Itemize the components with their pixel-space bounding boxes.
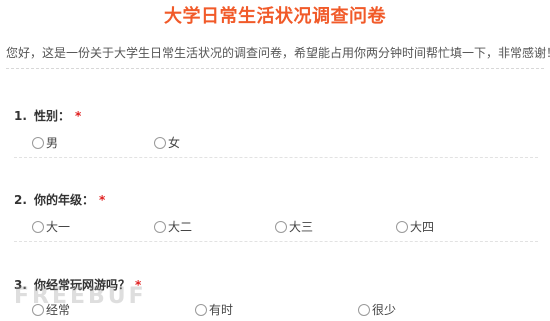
- option-sophomore[interactable]: 大二: [154, 218, 192, 235]
- option-label: 经常: [46, 303, 71, 317]
- radio-icon[interactable]: [275, 220, 287, 233]
- question-divider: [14, 241, 538, 242]
- option-male[interactable]: 男: [32, 134, 58, 151]
- question-gender: 1. 性别： * 男 女: [14, 107, 180, 154]
- question-number: 3.: [14, 278, 27, 292]
- option-label: 大三: [289, 220, 314, 234]
- option-group: 男 女: [14, 134, 180, 154]
- radio-icon[interactable]: [32, 136, 44, 149]
- question-title: 2. 你的年级： *: [14, 191, 105, 208]
- radio-icon[interactable]: [358, 303, 370, 316]
- option-label: 有时: [209, 303, 234, 317]
- required-mark: *: [135, 278, 142, 292]
- radio-icon[interactable]: [32, 303, 44, 316]
- option-label: 大四: [410, 220, 435, 234]
- option-label: 男: [46, 136, 59, 150]
- question-online-games: 3. 你经常玩网游吗？ * 经常 有时 很少: [14, 276, 396, 321]
- option-label: 大二: [168, 220, 193, 234]
- option-label: 很少: [372, 303, 397, 317]
- question-grade: 2. 你的年级： * 大一 大二 大三 大四: [14, 191, 434, 238]
- question-divider: [14, 157, 538, 158]
- required-mark: *: [99, 193, 106, 207]
- required-mark: *: [75, 109, 82, 123]
- option-group: 经常 有时 很少: [14, 301, 396, 321]
- survey-title: 大学日常生活状况调查问卷: [164, 6, 386, 27]
- radio-icon[interactable]: [32, 220, 44, 233]
- option-senior[interactable]: 大四: [396, 218, 434, 235]
- radio-icon[interactable]: [154, 136, 166, 149]
- option-sometimes[interactable]: 有时: [195, 301, 233, 318]
- option-label: 大一: [46, 220, 71, 234]
- question-number: 2.: [14, 193, 27, 207]
- radio-icon[interactable]: [154, 220, 166, 233]
- question-title: 1. 性别： *: [14, 107, 81, 124]
- option-female[interactable]: 女: [154, 134, 180, 151]
- option-group: 大一 大二 大三 大四: [14, 218, 434, 238]
- question-label: 你的年级：: [34, 193, 95, 207]
- question-label: 性别：: [34, 109, 71, 123]
- option-often[interactable]: 经常: [32, 301, 70, 318]
- survey-intro: 您好，这是一份关于大学生日常生活状况的调查问卷，希望能占用你两分钟时间帮忙填一下…: [6, 46, 550, 60]
- option-label: 女: [168, 136, 181, 150]
- question-label: 你经常玩网游吗？: [34, 278, 131, 292]
- intro-divider: [6, 68, 544, 69]
- option-rarely[interactable]: 很少: [358, 301, 396, 318]
- radio-icon[interactable]: [195, 303, 207, 316]
- question-title: 3. 你经常玩网游吗？ *: [14, 276, 141, 293]
- option-junior[interactable]: 大三: [275, 218, 313, 235]
- question-number: 1.: [14, 109, 27, 123]
- radio-icon[interactable]: [396, 220, 408, 233]
- option-freshman[interactable]: 大一: [32, 218, 70, 235]
